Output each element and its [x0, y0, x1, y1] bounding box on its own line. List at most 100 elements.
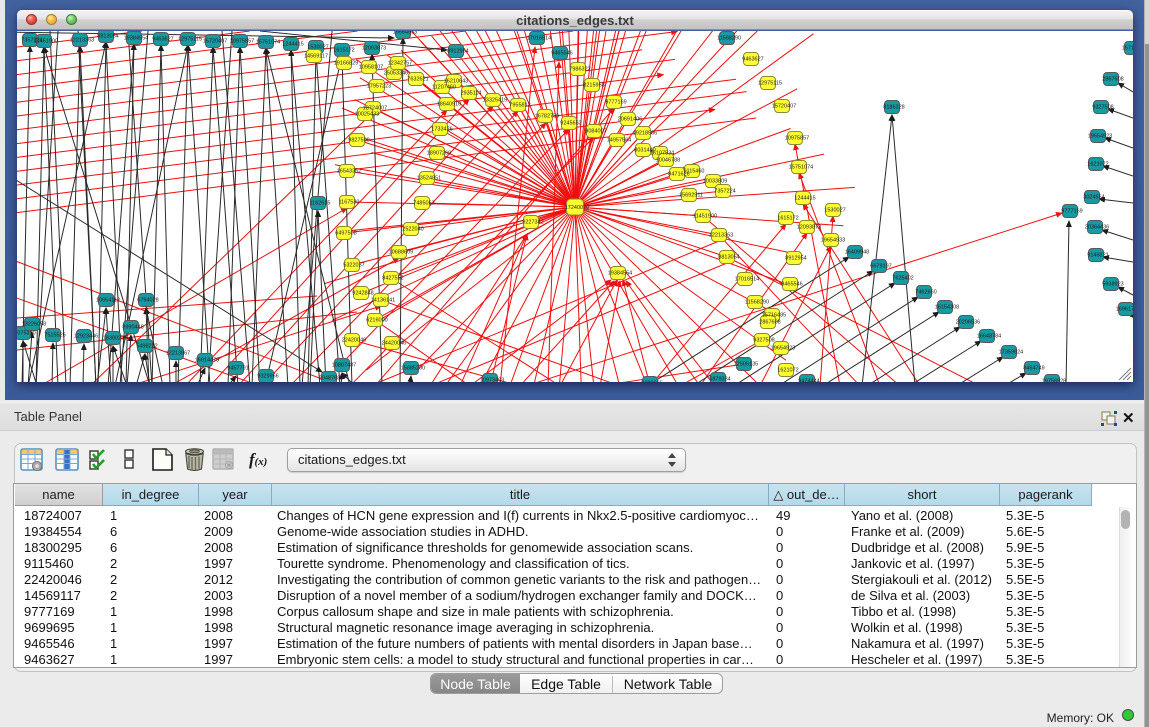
- svg-text:9242848: 9242848: [352, 291, 373, 297]
- svg-text:20691406: 20691406: [618, 117, 642, 123]
- svg-text:15885200: 15885200: [401, 366, 425, 372]
- svg-text:9329966: 9329966: [257, 374, 278, 380]
- svg-text:9465546: 9465546: [551, 51, 572, 57]
- svg-text:16409948: 16409948: [845, 250, 869, 256]
- svg-text:10033809: 10033809: [703, 179, 727, 185]
- svg-text:6679197: 6679197: [870, 264, 891, 270]
- svg-text:17240070: 17240070: [565, 205, 589, 211]
- svg-text:12093873: 12093873: [362, 46, 386, 52]
- svg-text:19218506: 19218506: [633, 131, 657, 137]
- svg-text:1530027: 1530027: [307, 45, 328, 51]
- svg-text:16961758: 16961758: [1116, 307, 1133, 313]
- svg-text:12975115: 12975115: [178, 37, 202, 43]
- svg-text:19654923: 19654923: [1088, 134, 1112, 140]
- svg-text:8912954: 8912954: [447, 49, 468, 55]
- svg-text:14569117: 14569117: [304, 54, 328, 60]
- svg-text:5498222: 5498222: [136, 344, 157, 350]
- svg-text:25053346: 25053346: [384, 71, 408, 77]
- svg-text:16543362: 16543362: [337, 169, 361, 175]
- svg-text:1615172: 1615172: [333, 48, 354, 54]
- svg-text:(x): (x): [255, 456, 268, 468]
- svg-text:9777169: 9777169: [1061, 209, 1082, 215]
- svg-text:11451900: 11451900: [34, 39, 58, 45]
- svg-text:16210643: 16210643: [444, 79, 468, 85]
- svg-text:12213967: 12213967: [166, 351, 190, 357]
- svg-text:1733426: 1733426: [431, 127, 452, 133]
- svg-text:18640910: 18640910: [437, 102, 461, 108]
- svg-text:8813054: 8813054: [718, 255, 739, 261]
- svg-text:9327508: 9327508: [1092, 105, 1113, 111]
- svg-text:1167530: 1167530: [338, 200, 359, 206]
- svg-text:19756928: 19756928: [1042, 379, 1066, 383]
- svg-text:15716485: 15716485: [762, 313, 786, 319]
- svg-text:11568290: 11568290: [745, 300, 769, 306]
- svg-text:8912954: 8912954: [785, 256, 806, 262]
- svg-text:12975115: 12975115: [758, 81, 782, 87]
- svg-text:15751074: 15751074: [256, 40, 280, 46]
- svg-text:8990448: 8990448: [122, 325, 143, 331]
- svg-text:6216000: 6216000: [366, 318, 387, 324]
- svg-text:12213363: 12213363: [70, 38, 94, 44]
- svg-text:19384554: 19384554: [124, 36, 148, 42]
- svg-text:1244415: 1244415: [282, 42, 303, 48]
- svg-text:9115460: 9115460: [683, 169, 704, 175]
- svg-text:9146821: 9146821: [1087, 253, 1108, 259]
- svg-text:9084007: 9084007: [585, 129, 606, 135]
- svg-text:9474444: 9474444: [798, 379, 819, 383]
- svg-text:18907269: 18907269: [427, 151, 451, 157]
- svg-text:7986322: 7986322: [569, 67, 590, 73]
- svg-text:16914479: 16914479: [195, 358, 219, 364]
- svg-text:10975857: 10975857: [785, 136, 809, 142]
- svg-text:1621072: 1621072: [777, 368, 798, 374]
- svg-text:1162615: 1162615: [309, 201, 330, 207]
- svg-text:1621072: 1621072: [1087, 162, 1108, 168]
- svg-text:5938923: 5938923: [1102, 282, 1123, 288]
- svg-text:9463627: 9463627: [742, 57, 763, 63]
- svg-text:9327508: 9327508: [753, 338, 774, 344]
- svg-text:11207460: 11207460: [432, 85, 456, 91]
- svg-text:7462660: 7462660: [915, 290, 936, 296]
- svg-text:16782759: 16782759: [535, 114, 559, 120]
- svg-text:8215958: 8215958: [583, 83, 604, 89]
- svg-text:2522040: 2522040: [402, 227, 423, 233]
- svg-text:1244415: 1244415: [794, 196, 815, 202]
- svg-text:6497508: 6497508: [335, 231, 356, 237]
- svg-text:7357224: 7357224: [714, 189, 735, 195]
- svg-text:7955812: 7955812: [509, 103, 530, 109]
- svg-text:20206536: 20206536: [956, 320, 980, 326]
- svg-text:6794028: 6794028: [137, 298, 158, 304]
- svg-text:10046788: 10046788: [656, 158, 680, 164]
- svg-text:10958107: 10958107: [359, 65, 383, 71]
- svg-text:15692911: 15692911: [679, 193, 703, 199]
- svg-text:19654933: 19654933: [393, 31, 417, 36]
- svg-text:8186328: 8186328: [883, 105, 904, 111]
- svg-text:10688609: 10688609: [389, 250, 413, 256]
- svg-text:7515526: 7515526: [44, 333, 65, 339]
- svg-text:19166829: 19166829: [334, 61, 358, 67]
- svg-text:15720407: 15720407: [203, 39, 227, 45]
- svg-text:22420046: 22420046: [342, 338, 366, 344]
- svg-text:12213363: 12213363: [709, 233, 733, 239]
- svg-text:9777169: 9777169: [605, 100, 626, 106]
- svg-text:12093873: 12093873: [797, 225, 821, 231]
- svg-text:10025433: 10025433: [355, 112, 379, 118]
- svg-text:2867608: 2867608: [759, 320, 780, 326]
- svg-text:11451900: 11451900: [693, 214, 717, 220]
- svg-text:9245652: 9245652: [560, 121, 581, 127]
- svg-text:8813054: 8813054: [97, 34, 118, 40]
- svg-text:10973493: 10973493: [480, 378, 504, 383]
- svg-text:12505135: 12505135: [734, 362, 758, 368]
- svg-text:11568290: 11568290: [717, 36, 741, 42]
- svg-text:5322037: 5322037: [343, 263, 364, 269]
- svg-text:12923446: 12923446: [74, 334, 98, 340]
- svg-text:1615172: 1615172: [777, 216, 798, 222]
- svg-text:1530027: 1530027: [824, 208, 845, 214]
- svg-text:13226058: 13226058: [22, 322, 46, 328]
- svg-text:13325419: 13325419: [483, 98, 507, 104]
- svg-text:9465546: 9465546: [781, 282, 802, 288]
- svg-text:15751074: 15751074: [789, 165, 813, 171]
- svg-text:10654112: 10654112: [96, 298, 120, 304]
- svg-text:7632621: 7632621: [407, 77, 428, 83]
- svg-text:19384554: 19384554: [608, 271, 632, 277]
- svg-text:20364436: 20364436: [1085, 225, 1109, 231]
